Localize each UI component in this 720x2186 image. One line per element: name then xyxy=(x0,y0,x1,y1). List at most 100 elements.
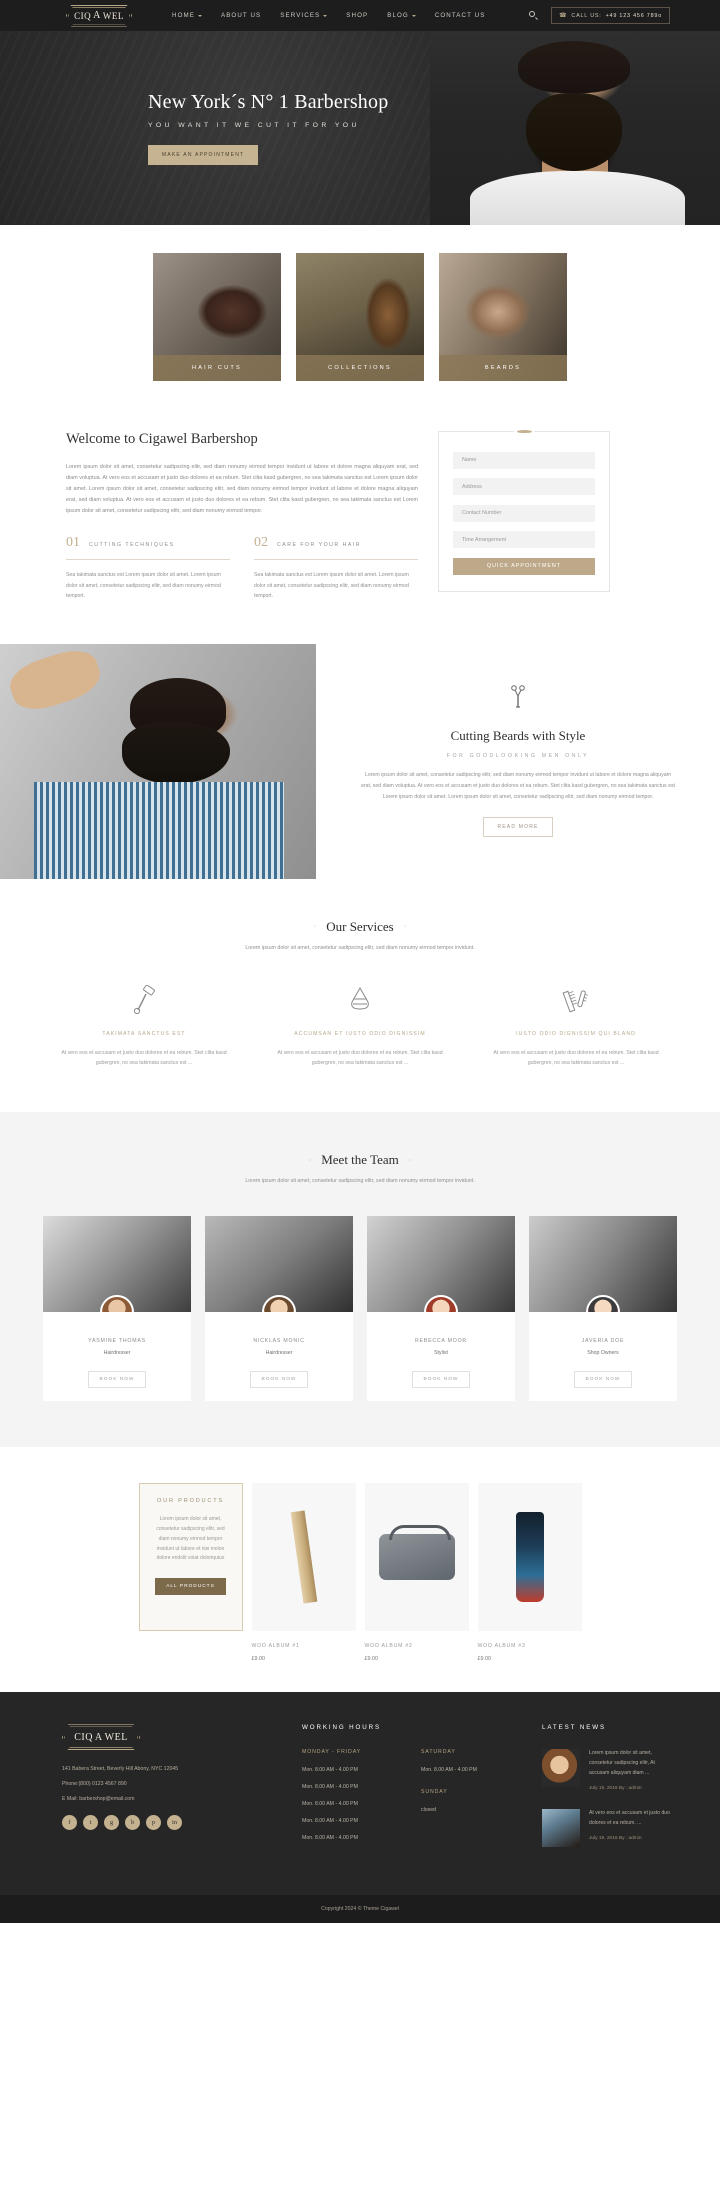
footer-logo[interactable]: CIQ A WEL xyxy=(62,1724,140,1751)
card-label: COLLECTIONS xyxy=(296,355,424,381)
member-role: Hairdresser xyxy=(265,1350,293,1357)
highlight-text: Sea takimata sanctus est Lorem ipsum dol… xyxy=(66,572,221,600)
facebook-icon[interactable]: f xyxy=(62,1815,77,1831)
hours-row: Mon. 8.00 AM - 4.00 PM xyxy=(302,1835,358,1842)
product-image xyxy=(251,1483,356,1632)
promo-title: OUR PRODUCTS xyxy=(157,1498,224,1505)
nav-item-services[interactable]: SERVICES xyxy=(280,12,328,19)
nav-label: BLOG xyxy=(387,12,409,19)
member-role: Hairdresser xyxy=(103,1350,131,1357)
book-now-button[interactable]: BOOK NOW xyxy=(87,1371,147,1389)
feature-card-beards[interactable]: BEARDS xyxy=(439,253,567,381)
news-item[interactable]: Lorem ipsum dolor sit amet, consetetur s… xyxy=(542,1749,672,1791)
highlight-label: CARE FOR YOUR HAIR xyxy=(277,542,361,549)
hours-row: Mon. 8.00 AM - 4.00 PM xyxy=(302,1801,358,1808)
ornament-icon xyxy=(514,428,534,435)
hours-row: Mon. 8.00 AM - 4.00 PM xyxy=(302,1818,358,1825)
name-field[interactable] xyxy=(453,451,595,469)
footer-email: E Mail: barbershop@email.com xyxy=(62,1796,135,1803)
all-products-button[interactable]: ALL PRODUCTS xyxy=(155,1578,226,1596)
logo-mid: A xyxy=(93,10,101,21)
member-name: JAVERIA DOE xyxy=(581,1338,625,1345)
feature-card-collections[interactable]: COLLECTIONS xyxy=(296,253,424,381)
book-now-button[interactable]: BOOK NOW xyxy=(411,1371,471,1389)
weekend-hours: SATURDAY Mon. 8.00 AM - 4.00 PM SUNDAY c… xyxy=(421,1749,516,1852)
team-subheading: Lorem ipsum dolor sit amet, consetetur s… xyxy=(245,1178,475,1185)
product-price: £9.00 xyxy=(251,1656,266,1663)
dot-icon: · xyxy=(313,922,317,932)
logo-left: CIQ xyxy=(74,10,92,21)
pinterest-icon[interactable]: p xyxy=(146,1815,161,1831)
welcome-title: Welcome to Cigawel Barbershop xyxy=(66,431,258,447)
service-item-razor: TAKIMATA SANCTUS EST At vero eos et accu… xyxy=(36,983,252,1069)
book-now-button[interactable]: BOOK NOW xyxy=(573,1371,633,1389)
product-name: WOO ALBUM #3 xyxy=(477,1643,526,1650)
nav-item-shop[interactable]: SHOP xyxy=(346,12,368,19)
service-text: At vero eos et accusam et justo duo dolo… xyxy=(61,1049,227,1067)
beards-paragraph: Lorem ipsum dolor sit amet, consetetur s… xyxy=(360,771,676,800)
call-us-number: +49 123 456 789o xyxy=(605,12,662,19)
highlight-text: Sea takimata sanctus est Lorem ipsum dol… xyxy=(254,572,409,600)
news-text: At vero eos et accusam et justo duo dolo… xyxy=(589,1810,670,1827)
saturday-label: SATURDAY xyxy=(421,1749,456,1756)
twitter-icon[interactable]: t xyxy=(83,1815,98,1831)
avatar xyxy=(100,1295,134,1313)
nav-item-home[interactable]: HOME xyxy=(172,12,202,19)
comb-brush-icon xyxy=(486,983,666,1017)
hero-content: New York´s N° 1 Barbershop YOU WANT IT W… xyxy=(0,31,720,225)
contact-number-field[interactable] xyxy=(453,504,595,522)
card-label: BEARDS xyxy=(439,355,567,381)
team-member: NICKLAS MONIC Hairdresser BOOK NOW xyxy=(205,1216,353,1402)
nav-item-contact-us[interactable]: CONTACT US xyxy=(435,12,486,19)
site-logo[interactable]: CIQ A WEL xyxy=(66,4,132,27)
page-root: CIQ A WEL HOME ABOUT US SERVICES SHOP BL… xyxy=(0,0,720,1924)
news-item[interactable]: At vero eos et accusam et justo duo dolo… xyxy=(542,1809,672,1848)
time-arrangement-field[interactable] xyxy=(453,531,595,548)
product-item[interactable]: WOO ALBUM #1 £9.00 xyxy=(251,1483,356,1663)
footer-phone: Phone:(800) 0123 4567 890 xyxy=(62,1781,127,1788)
feature-cards: HAIR CUTS COLLECTIONS BEARDS xyxy=(0,225,720,415)
product-item[interactable]: WOO ALBUM #2 £9.00 xyxy=(364,1483,469,1662)
avatar xyxy=(262,1295,296,1313)
member-role: Stylist xyxy=(434,1350,448,1357)
highlight-number: 02 xyxy=(254,535,268,551)
highlight-item: 02 CARE FOR YOUR HAIR Sea takimata sanct… xyxy=(254,535,418,601)
product-image xyxy=(477,1483,582,1632)
dot-icon: · xyxy=(403,922,407,932)
read-more-button[interactable]: READ MORE xyxy=(483,817,553,838)
footer-social-links: f t g b p in xyxy=(62,1815,276,1831)
beards-subtitle: FOR GOODLOOKING MEN ONLY xyxy=(446,752,590,759)
footer-logo-text: CIQ A WEL xyxy=(74,1732,128,1743)
nav-item-blog[interactable]: BLOG xyxy=(387,12,416,19)
nav-item-about-us[interactable]: ABOUT US xyxy=(221,12,261,19)
address-field[interactable] xyxy=(453,478,595,495)
dot-icon: · xyxy=(308,1155,312,1165)
scissors-icon xyxy=(510,684,526,714)
feature-card-hair-cuts[interactable]: HAIR CUTS xyxy=(153,253,281,381)
site-header: CIQ A WEL HOME ABOUT US SERVICES SHOP BL… xyxy=(0,0,720,31)
hero-title: New York´s N° 1 Barbershop xyxy=(148,91,389,113)
logo-text: CIQ A WEL xyxy=(74,10,124,21)
product-item[interactable]: WOO ALBUM #3 £9.00 xyxy=(477,1483,582,1662)
google-plus-icon[interactable]: g xyxy=(104,1815,119,1831)
service-title: ACCUMSAN ET IUSTO ODIO DIGNISSIM xyxy=(294,1030,426,1037)
make-appointment-button[interactable]: MAKE AN APPOINTMENT xyxy=(148,145,259,165)
logo-right: WEL xyxy=(104,1731,128,1743)
call-us-label: CALL US: xyxy=(571,12,602,19)
book-now-button[interactable]: BOOK NOW xyxy=(249,1371,309,1389)
linkedin-icon[interactable]: in xyxy=(167,1815,182,1831)
behance-icon[interactable]: b xyxy=(125,1815,140,1831)
footer-address: 141 Babera Street, Beverly Hill Abony, N… xyxy=(62,1766,179,1773)
nav-label: SERVICES xyxy=(280,12,321,19)
logo-left: CIQ xyxy=(74,1731,93,1743)
nav-label: SHOP xyxy=(346,12,369,19)
nav-label: HOME xyxy=(172,12,195,19)
sunday-label: SUNDAY xyxy=(421,1789,448,1796)
service-title: IUSTO ODIO DIGNISSIM QUI BLAND xyxy=(516,1030,636,1037)
quick-appointment-button[interactable]: QUICK APPOINTMENT xyxy=(453,557,595,575)
news-text: Lorem ipsum dolor sit amet, consetetur s… xyxy=(589,1750,655,1777)
nav-label: CONTACT US xyxy=(434,12,486,19)
services-subheading: Lorem ipsum dolor sit amet, consetetur s… xyxy=(245,944,475,951)
call-us-button[interactable]: ☎ CALL US: +49 123 456 789o xyxy=(551,7,670,24)
search-icon[interactable] xyxy=(529,11,539,20)
